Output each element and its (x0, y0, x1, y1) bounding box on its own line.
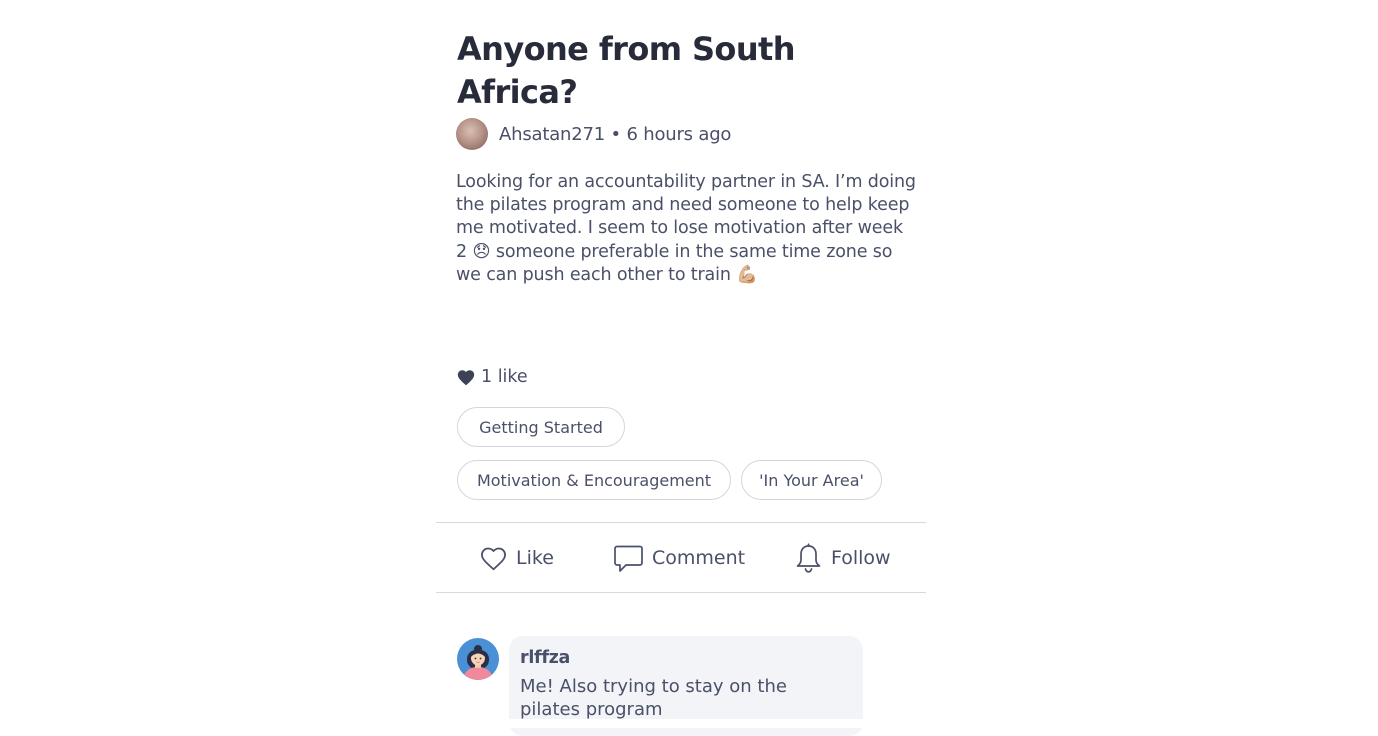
post-byline: Ahsatan271 • 6 hours ago (499, 124, 731, 145)
tag-chip-getting-started[interactable]: Getting Started (457, 407, 625, 447)
like-button[interactable]: Like (479, 538, 554, 578)
follow-button-label: Follow (831, 547, 891, 569)
post-body: Looking for an accountability partner in… (456, 172, 922, 285)
comment-text: Me! Also trying to stay on the pilates p… (520, 676, 787, 720)
heart-outline-icon (481, 547, 506, 571)
divider-top (436, 522, 926, 523)
bell-icon (796, 542, 821, 573)
author-avatar[interactable] (456, 118, 488, 150)
woman-avatar-icon (463, 645, 493, 680)
commenter-avatar[interactable] (457, 638, 499, 680)
divider-bottom (436, 592, 926, 593)
like-count: 1 like (456, 365, 528, 389)
tag-chip-motivation-encouragement[interactable]: Motivation & Encouragement (457, 460, 731, 500)
meta-separator: • (610, 123, 622, 145)
author-name[interactable]: Ahsatan271 (499, 124, 605, 145)
like-count-label: 1 like (481, 367, 528, 387)
post: Anyone from South Africa? Ahsatan271 • 6… (436, 0, 926, 736)
bottom-edge (436, 719, 926, 728)
comment-username[interactable]: rlffza (520, 648, 570, 668)
heart-filled-icon (457, 370, 475, 386)
post-meta: Ahsatan271 • 6 hours ago (456, 118, 731, 150)
speech-bubble-icon (614, 545, 643, 572)
comment-button-label: Comment (652, 547, 746, 569)
follow-button[interactable]: Follow (794, 538, 891, 578)
post-timestamp: 6 hours ago (626, 123, 732, 145)
comment-button[interactable]: Comment (613, 538, 745, 578)
like-button-label: Like (516, 547, 554, 569)
tag-chip-in-your-area[interactable]: 'In Your Area' (741, 460, 882, 500)
post-title: Anyone from South Africa? (457, 30, 795, 111)
